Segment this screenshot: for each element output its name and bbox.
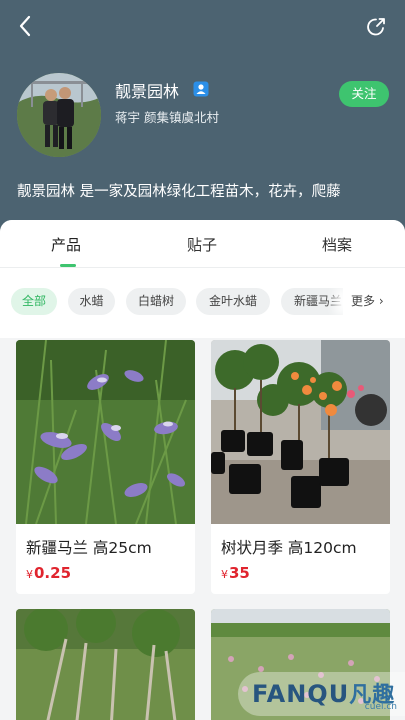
chevron-right-icon: › xyxy=(378,294,384,308)
tab-bar: 产品 贴子 档案 xyxy=(0,220,405,268)
verified-badge-icon xyxy=(193,81,209,97)
tab-posts[interactable]: 贴子 xyxy=(187,234,217,255)
product-price: ¥35 xyxy=(221,564,250,582)
more-categories-button[interactable]: 更多 › xyxy=(343,288,405,315)
price-currency: ¥ xyxy=(26,568,33,581)
product-image-rose-trees xyxy=(211,340,390,524)
owner-location: 蒋宇 颜集镇虞北村 xyxy=(115,110,219,125)
shop-intro[interactable]: 靓景园林 是一家及园林绿化工程苗木，花卉，爬藤 xyxy=(17,180,389,201)
product-card[interactable]: 树状月季 高120cm ¥35 xyxy=(211,340,390,594)
active-tab-indicator xyxy=(60,264,76,267)
product-image-saplings xyxy=(16,609,195,720)
product-title: 树状月季 高120cm xyxy=(221,539,357,557)
price-value: 35 xyxy=(229,564,250,582)
share-icon[interactable] xyxy=(365,16,387,38)
product-card[interactable]: 新疆马兰 高25cm ¥0.25 xyxy=(16,340,195,594)
price-currency: ¥ xyxy=(221,568,228,581)
product-price: ¥0.25 xyxy=(26,564,71,582)
tab-products[interactable]: 产品 xyxy=(51,234,81,255)
more-label: 更多 xyxy=(351,294,376,308)
shop-name: 靓景园林 xyxy=(115,82,180,101)
content-panel: 产品 贴子 档案 全部 水蜡 白蜡树 金叶水蜡 新疆马兰 更多 › 新疆马兰 高… xyxy=(0,220,405,720)
watermark-brand: FANQU xyxy=(252,680,350,708)
tab-archive[interactable]: 档案 xyxy=(322,234,352,255)
shop-avatar[interactable] xyxy=(17,73,101,157)
product-title: 新疆马兰 高25cm xyxy=(26,539,152,557)
price-value: 0.25 xyxy=(34,564,72,582)
category-chip[interactable]: 白蜡树 xyxy=(126,288,186,315)
category-chip[interactable]: 水蜡 xyxy=(68,288,115,315)
category-filter-bar: 全部 水蜡 白蜡树 金叶水蜡 新疆马兰 更多 › xyxy=(0,268,405,338)
follow-button[interactable]: 关注 xyxy=(339,81,389,107)
category-chip[interactable]: 金叶水蜡 xyxy=(196,288,270,315)
category-chip-all[interactable]: 全部 xyxy=(11,288,57,315)
back-arrow-icon[interactable] xyxy=(14,14,38,38)
product-card[interactable] xyxy=(16,609,195,720)
shop-header: 靓景园林 蒋宇 颜集镇虞北村 关注 靓景园林 是一家及园林绿化工程苗木，花卉，爬… xyxy=(0,0,405,240)
watermark-logo: FANQU凡趣 cuel.cn xyxy=(238,672,405,716)
watermark-url: cuel.cn xyxy=(364,702,397,712)
product-image-iris xyxy=(16,340,195,524)
